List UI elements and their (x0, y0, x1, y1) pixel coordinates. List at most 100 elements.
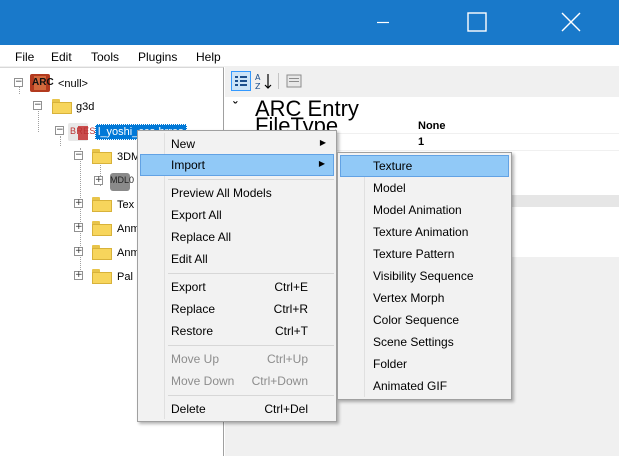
tree-line (80, 148, 81, 276)
menu-item-edit-all[interactable]: Edit All (140, 248, 334, 270)
folder-icon (92, 221, 112, 236)
submenu-item-scene-settings[interactable]: Scene Settings (340, 331, 509, 353)
submenu-item-folder[interactable]: Folder (340, 353, 509, 375)
tree-node-tex[interactable]: Tex (117, 199, 134, 211)
menu-item-move-up: Move Up Ctrl+Up (140, 348, 334, 370)
menu-separator (168, 395, 334, 396)
submenu-item-vertex-morph[interactable]: Vertex Morph (340, 287, 509, 309)
menu-item-export-all[interactable]: Export All (140, 204, 334, 226)
svg-text:A: A (255, 73, 261, 82)
menu-item-label: Model Animation (373, 203, 462, 217)
tree-node-pal[interactable]: Pal (117, 271, 133, 283)
menu-item-label: Animated GIF (373, 379, 448, 393)
folder-icon (92, 245, 112, 260)
submenu-item-texture-animation[interactable]: Texture Animation (340, 221, 509, 243)
expand-icon[interactable]: + (94, 176, 103, 185)
submenu-item-visibility-sequence[interactable]: Visibility Sequence (340, 265, 509, 287)
expand-icon[interactable]: + (74, 199, 83, 208)
menu-item-label: Delete (171, 402, 206, 416)
menu-item-label: Export All (171, 208, 222, 222)
collapse-icon[interactable]: − (74, 151, 83, 160)
close-button[interactable] (548, 0, 594, 45)
svg-text:Z: Z (255, 82, 261, 91)
menu-item-label: Scene Settings (373, 335, 454, 349)
folder-icon (92, 269, 112, 284)
menu-item-label: Color Sequence (373, 313, 460, 327)
menu-separator (168, 179, 334, 180)
expand-icon[interactable]: + (74, 223, 83, 232)
maximize-button[interactable] (454, 0, 500, 45)
mdl0-badge: MDL0 (110, 175, 135, 185)
menu-item-new[interactable]: New ▶ (140, 133, 334, 155)
expand-icon[interactable]: + (74, 271, 83, 280)
menu-separator (168, 345, 334, 346)
menu-item-label: Visibility Sequence (373, 269, 474, 283)
menu-item-preview-all-models[interactable]: Preview All Models (140, 182, 334, 204)
submenu-item-texture[interactable]: Texture (340, 155, 509, 177)
title-bar (0, 0, 619, 45)
folder-icon (52, 99, 72, 114)
menu-item-label: Preview All Models (171, 186, 272, 200)
submenu-item-texture-pattern[interactable]: Texture Pattern (340, 243, 509, 265)
menu-item-label: New (171, 137, 196, 151)
menu-item-shortcut: Ctrl+Up (266, 352, 308, 366)
menu-item-shortcut: Ctrl+Down (251, 374, 308, 388)
property-pages-button[interactable] (284, 71, 304, 91)
context-menu: New ▶ Import ▶ Preview All Models Export… (137, 130, 337, 422)
menu-item-shortcut: Ctrl+T (275, 324, 308, 338)
categorized-icon (235, 76, 247, 86)
menu-item-label: Edit All (171, 252, 208, 266)
expand-icon[interactable]: + (74, 247, 83, 256)
menu-item-label: Folder (373, 357, 408, 371)
submenu-item-model[interactable]: Model (340, 177, 509, 199)
submenu-arrow-icon: ▶ (319, 138, 326, 147)
menu-item-label: Export (171, 280, 206, 294)
menu-item-export[interactable]: Export Ctrl+E (140, 276, 334, 298)
menu-plugins[interactable]: Plugins (138, 50, 177, 64)
tree-node-g3d[interactable]: g3d (76, 101, 94, 113)
submenu-item-animated-gif[interactable]: Animated GIF (340, 375, 509, 397)
collapse-icon[interactable]: − (14, 78, 23, 87)
collapse-icon[interactable]: − (33, 101, 42, 110)
menu-item-label: Texture Animation (373, 225, 469, 239)
arc-badge: ARC (32, 77, 54, 88)
submenu-item-model-animation[interactable]: Model Animation (340, 199, 509, 221)
minimize-icon (377, 21, 389, 24)
menu-edit[interactable]: Edit (51, 50, 72, 64)
menu-item-shortcut: Ctrl+Del (264, 402, 308, 416)
alphabetical-button[interactable]: A Z (254, 71, 274, 91)
menu-item-label: Replace All (171, 230, 232, 244)
tree-node-root-label[interactable]: <null> (58, 78, 88, 90)
collapse-category-icon[interactable]: ˇ (233, 99, 237, 114)
menu-item-label: Texture Pattern (373, 247, 455, 261)
menu-item-label: Model (373, 181, 406, 195)
menu-item-label: Restore (171, 324, 214, 338)
menu-tools[interactable]: Tools (91, 50, 119, 64)
folder-icon (92, 197, 112, 212)
menu-file[interactable]: File (15, 50, 34, 64)
categorized-button[interactable] (231, 71, 251, 91)
toolbar-separator (278, 73, 279, 89)
submenu-item-color-sequence[interactable]: Color Sequence (340, 309, 509, 331)
menu-help[interactable]: Help (196, 50, 221, 64)
minimize-button[interactable] (360, 0, 406, 45)
menu-item-label: Texture (373, 159, 413, 173)
menu-item-label: Import (171, 158, 206, 172)
collapse-icon[interactable]: − (55, 126, 64, 135)
tree-line (60, 136, 61, 146)
menu-item-replace-all[interactable]: Replace All (140, 226, 334, 248)
menu-item-replace[interactable]: Replace Ctrl+R (140, 298, 334, 320)
menu-bar: File Edit Tools Plugins Help (0, 45, 619, 67)
menu-item-label: Move Down (171, 374, 235, 388)
menu-item-import[interactable]: Import ▶ (140, 154, 334, 176)
submenu-arrow-icon: ▶ (318, 159, 325, 168)
brres-badge: BRES (70, 126, 96, 136)
menu-item-delete[interactable]: Delete Ctrl+Del (140, 398, 334, 420)
menu-item-shortcut: Ctrl+R (273, 302, 308, 316)
menu-separator (168, 273, 334, 274)
property-pages-icon (286, 74, 302, 88)
close-icon (561, 12, 581, 32)
menu-item-restore[interactable]: Restore Ctrl+T (140, 320, 334, 342)
import-submenu: Texture Model Model Animation Texture An… (337, 152, 512, 400)
property-value: None (418, 120, 446, 132)
